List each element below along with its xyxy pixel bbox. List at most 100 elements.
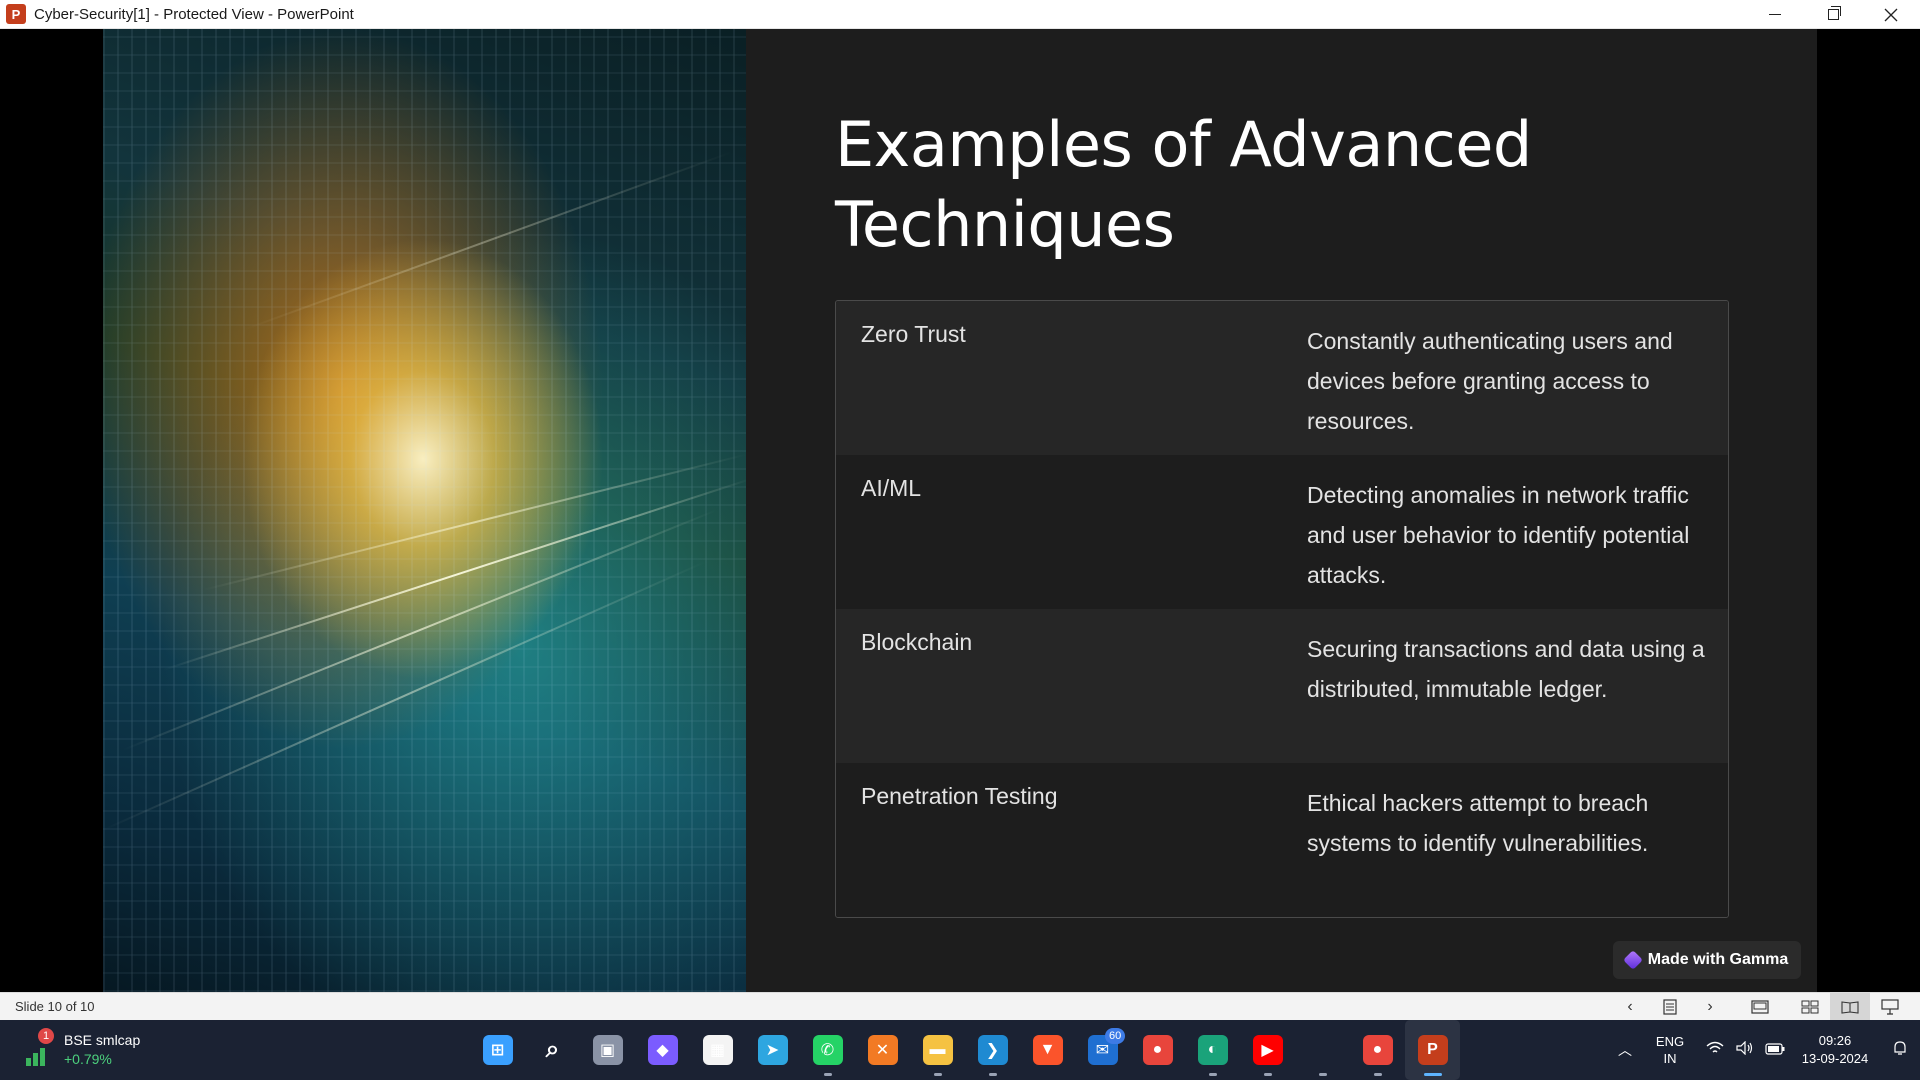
slide-counter: Slide 10 of 10	[15, 999, 95, 1014]
taskbar-app-copilot[interactable]: ◆	[635, 1020, 690, 1080]
technique-name: AI/ML	[861, 475, 922, 501]
taskbar-app-telegram[interactable]: ➤	[745, 1020, 800, 1080]
telegram-icon: ➤	[757, 1035, 788, 1065]
title-bar: P Cyber-Security[1] - Protected View - P…	[0, 0, 1920, 29]
technique-name: Penetration Testing	[861, 783, 1058, 809]
technique-description: Securing transactions and data using a d…	[1307, 636, 1705, 702]
show-hidden-icons-button[interactable]: ︿	[1610, 1040, 1640, 1060]
language-code: ENG	[1655, 1034, 1685, 1049]
minimize-button[interactable]	[1746, 0, 1804, 29]
chrome-icon: ●	[1142, 1035, 1173, 1065]
taskbar-app-task-view[interactable]: ▣	[580, 1020, 635, 1080]
technique-name: Blockchain	[861, 629, 973, 655]
widget-title: BSE smlcap	[64, 1032, 141, 1048]
taskbar-app-outlook[interactable]: ✉ 60	[1075, 1020, 1130, 1080]
vscode-icon: ❯	[977, 1035, 1008, 1065]
taskbar-app-start[interactable]: ⊞	[470, 1020, 525, 1080]
blank-app-icon	[1308, 1035, 1338, 1065]
clock-date: 13-09-2024	[1801, 1051, 1869, 1066]
slide-sorter-button[interactable]	[1790, 993, 1830, 1021]
chevron-right-icon: ›	[1707, 998, 1713, 1015]
taskbar-app-vscode[interactable]: ❯	[965, 1020, 1020, 1080]
task-view-icon: ▣	[592, 1035, 623, 1065]
start-icon: ⊞	[482, 1035, 513, 1065]
cyber-light-image	[103, 29, 746, 992]
taskbar-app-file-explorer[interactable]: ▬	[910, 1020, 965, 1080]
notification-bell-icon[interactable]	[1880, 1040, 1920, 1061]
restore-button[interactable]	[1804, 0, 1862, 29]
volume-icon[interactable]	[1730, 1040, 1760, 1059]
battery-icon[interactable]	[1760, 1042, 1790, 1059]
microsoft-store-icon: ▦	[702, 1035, 733, 1065]
taskbar-app-edge[interactable]: ◐	[1185, 1020, 1240, 1080]
table-row: Blockchain Securing transactions and dat…	[836, 609, 1728, 763]
taskbar-app-xampp[interactable]: ✕	[855, 1020, 910, 1080]
youtube-icon: ▶	[1252, 1035, 1283, 1065]
table-row: AI/ML Detecting anomalies in network tra…	[836, 455, 1728, 609]
running-indicator	[1373, 1073, 1382, 1076]
chrome-profile-icon: ●	[1362, 1035, 1393, 1065]
table-row: Penetration Testing Ethical hackers atte…	[836, 763, 1728, 917]
notification-badge: 1	[38, 1028, 54, 1044]
copilot-icon: ◆	[647, 1035, 678, 1065]
running-indicator	[1423, 1073, 1442, 1076]
running-indicator	[1263, 1073, 1272, 1076]
next-slide-button[interactable]: ›	[1690, 993, 1730, 1021]
powerpoint-icon: P	[6, 4, 26, 24]
gamma-badge-label: Made with Gamma	[1647, 951, 1789, 968]
wifi-icon[interactable]	[1700, 1041, 1730, 1059]
normal-view-button[interactable]	[1730, 993, 1790, 1021]
taskbar: 1 BSE smlcap +0.79% ⊞ ⌕ ▣ ◆ ▦ ➤ ✆ ✕ ▬ ❯ ▼ ✉ 60 ● ◐ ▶ ● P …	[0, 1020, 1920, 1080]
clock-time: 09:26	[1818, 1033, 1852, 1048]
minimize-icon	[1769, 14, 1781, 15]
running-indicator	[1318, 1073, 1327, 1076]
clock[interactable]: 09:26 13-09-2024	[1790, 1032, 1880, 1068]
whatsapp-icon: ✆	[812, 1035, 843, 1065]
slide-title: Examples of Advanced Techniques	[835, 108, 1532, 261]
system-tray: ︿ ENG IN 09:26 13-09-2024	[1610, 1020, 1920, 1080]
gamma-logo-icon	[1622, 950, 1643, 970]
taskbar-app-blank-app[interactable]	[1295, 1020, 1350, 1080]
chevron-left-icon: ‹	[1627, 998, 1633, 1015]
technique-description: Detecting anomalies in network traffic a…	[1307, 482, 1690, 588]
status-bar: Slide 10 of 10 ‹ ›	[0, 992, 1920, 1021]
taskbar-app-chrome-profile[interactable]: ●	[1350, 1020, 1405, 1080]
techniques-table: Zero Trust Constantly authenticating use…	[835, 300, 1729, 918]
slide[interactable]: Examples of Advanced Techniques Zero Tru…	[103, 29, 1817, 992]
slide-list-icon	[1663, 999, 1677, 1015]
language-indicator[interactable]: ENG IN	[1640, 1033, 1700, 1067]
taskbar-app-search[interactable]: ⌕	[525, 1020, 580, 1080]
previous-slide-button[interactable]: ‹	[1610, 993, 1650, 1021]
xampp-icon: ✕	[867, 1035, 898, 1065]
slideshow-button[interactable]	[1870, 993, 1910, 1021]
brave-icon: ▼	[1032, 1035, 1063, 1065]
slide-viewport: Examples of Advanced Techniques Zero Tru…	[0, 29, 1920, 992]
taskbar-app-youtube[interactable]: ▶	[1240, 1020, 1295, 1080]
taskbar-app-brave[interactable]: ▼	[1020, 1020, 1075, 1080]
taskbar-app-microsoft-store[interactable]: ▦	[690, 1020, 745, 1080]
reading-view-icon	[1841, 1001, 1859, 1014]
taskbar-app-chrome[interactable]: ●	[1130, 1020, 1185, 1080]
taskbar-apps: ⊞ ⌕ ▣ ◆ ▦ ➤ ✆ ✕ ▬ ❯ ▼ ✉ 60 ● ◐ ▶ ● P	[470, 1020, 1460, 1080]
taskbar-app-whatsapp[interactable]: ✆	[800, 1020, 855, 1080]
reading-view-button[interactable]	[1830, 993, 1870, 1021]
technique-name: Zero Trust	[861, 321, 966, 347]
made-with-gamma-badge[interactable]: Made with Gamma	[1613, 941, 1801, 979]
running-indicator	[1208, 1073, 1217, 1076]
technique-description: Ethical hackers attempt to breach system…	[1307, 790, 1649, 856]
normal-view-icon	[1751, 1000, 1769, 1014]
stock-chart-icon	[26, 1042, 52, 1066]
running-indicator	[823, 1073, 832, 1076]
stock-widget[interactable]: 1 BSE smlcap +0.79%	[22, 1028, 162, 1072]
close-icon	[1884, 8, 1898, 21]
region-code: IN	[1663, 1051, 1677, 1066]
unread-count-badge: 60	[1105, 1028, 1126, 1044]
window-controls	[1746, 0, 1920, 29]
close-button[interactable]	[1862, 0, 1920, 29]
search-icon: ⌕	[545, 1036, 560, 1063]
running-indicator	[988, 1073, 997, 1076]
taskbar-app-powerpoint[interactable]: P	[1405, 1020, 1460, 1080]
slide-menu-button[interactable]	[1650, 993, 1690, 1021]
table-row: Zero Trust Constantly authenticating use…	[836, 301, 1728, 455]
status-bar-controls: ‹ ›	[1610, 993, 1910, 1021]
